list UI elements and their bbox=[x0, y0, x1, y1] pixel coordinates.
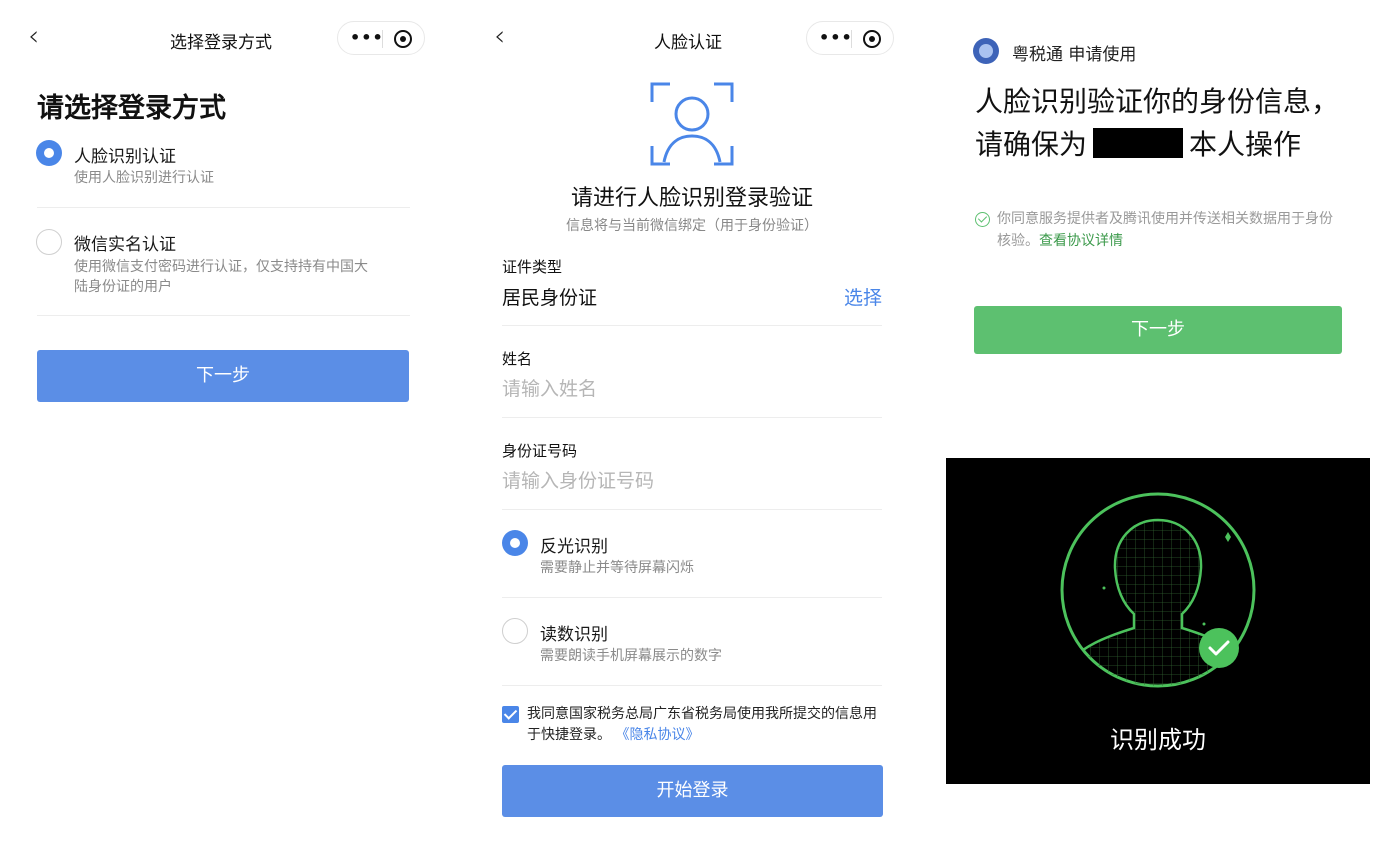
recognition-success-text: 识别成功 bbox=[1110, 726, 1206, 754]
divider bbox=[37, 315, 410, 316]
agreement-details-link[interactable]: 查看协议详情 bbox=[1039, 233, 1123, 249]
verify-title-suffix: 本人操作 bbox=[1189, 128, 1302, 161]
id-type-label: 证件类型 bbox=[502, 258, 563, 276]
face-auth-screen: ‹ 人脸认证 ••• 请进行人脸识别登录验证 信息将与当前微信绑定（用于身份验证… bbox=[462, 0, 922, 845]
agreement-checkbox[interactable] bbox=[502, 706, 519, 723]
verify-title-line2: 请确保为 本人操作 bbox=[975, 123, 1375, 166]
radio-selected-icon[interactable] bbox=[36, 140, 62, 166]
login-method-screen: ‹ 选择登录方式 ••• 请选择登录方式 人脸识别认证 使用人脸识别进行认证 微… bbox=[0, 0, 460, 845]
id-number-input[interactable]: 请输入身份证号码 bbox=[502, 466, 654, 493]
next-button[interactable]: 下一步 bbox=[37, 350, 409, 402]
divider bbox=[502, 685, 882, 686]
mini-program-capsule: ••• bbox=[337, 21, 425, 55]
mini-program-capsule: ••• bbox=[806, 21, 894, 55]
option-title: 人脸识别认证 bbox=[74, 147, 176, 167]
more-icon[interactable]: ••• bbox=[819, 28, 853, 47]
radio-unselected-icon[interactable] bbox=[36, 229, 62, 255]
page-title: 请选择登录方式 bbox=[37, 93, 226, 124]
back-icon[interactable]: ‹ bbox=[494, 22, 505, 50]
option-subtitle-line2: 陆身份证的用户 bbox=[74, 279, 172, 295]
divider bbox=[37, 207, 410, 208]
face-scan-icon bbox=[650, 82, 734, 166]
verify-title-prefix: 请确保为 bbox=[975, 128, 1088, 161]
divider bbox=[502, 325, 882, 326]
more-icon[interactable]: ••• bbox=[350, 28, 384, 47]
nav-title: 选择登录方式 bbox=[170, 33, 272, 53]
agreement-body: 我同意国家税务总局广东省税务局使用我所提交的信息用于快捷登录。 bbox=[527, 706, 877, 743]
face-auth-title: 请进行人脸识别登录验证 bbox=[570, 186, 813, 211]
check-circle-icon[interactable] bbox=[975, 212, 990, 227]
agreement-text: 我同意国家税务总局广东省税务局使用我所提交的信息用于快捷登录。 《隐私协议》 bbox=[527, 704, 887, 746]
next-button[interactable]: 下一步 bbox=[974, 306, 1342, 354]
face-verify-confirm-screen: 粤税通 申请使用 人脸识别验证你的身份信息， 请确保为 本人操作 你同意服务提供者… bbox=[930, 0, 1380, 845]
divider bbox=[502, 597, 882, 598]
nav-bar: ‹ 人脸认证 ••• bbox=[462, 0, 922, 80]
nav-bar: ‹ 选择登录方式 ••• bbox=[0, 0, 460, 80]
app-logo-icon bbox=[973, 38, 999, 64]
privacy-policy-link[interactable]: 《隐私协议》 bbox=[615, 727, 699, 743]
id-number-label: 身份证号码 bbox=[502, 442, 578, 460]
radio-selected-icon[interactable] bbox=[502, 530, 528, 556]
mode-subtitle: 需要静止并等待屏幕闪烁 bbox=[540, 560, 694, 576]
name-input[interactable]: 请输入姓名 bbox=[502, 374, 597, 401]
option-title: 微信实名认证 bbox=[74, 235, 176, 255]
radio-unselected-icon[interactable] bbox=[502, 618, 528, 644]
capsule-divider bbox=[851, 30, 852, 48]
capsule-divider bbox=[382, 30, 383, 48]
nav-title: 人脸认证 bbox=[654, 33, 722, 53]
id-type-value: 居民身份证 bbox=[502, 287, 598, 309]
divider bbox=[502, 509, 882, 510]
id-type-select-link[interactable]: 选择 bbox=[844, 283, 882, 310]
verify-title-line1: 人脸识别验证你的身份信息， bbox=[975, 85, 1340, 118]
mode-title: 反光识别 bbox=[540, 537, 608, 557]
close-miniprogram-icon[interactable] bbox=[863, 30, 881, 48]
back-icon[interactable]: ‹ bbox=[28, 22, 39, 50]
start-login-button[interactable]: 开始登录 bbox=[502, 765, 883, 817]
close-miniprogram-icon[interactable] bbox=[394, 30, 412, 48]
option-subtitle: 使用人脸识别进行认证 bbox=[74, 170, 214, 186]
redacted-name bbox=[1093, 128, 1184, 158]
mode-subtitle: 需要朗读手机屏幕展示的数字 bbox=[540, 648, 722, 664]
face-scan-result: 识别成功 bbox=[946, 458, 1370, 784]
face-auth-subtitle: 信息将与当前微信绑定（用于身份验证） bbox=[566, 218, 818, 234]
option-subtitle-line1: 使用微信支付密码进行认证，仅支持持有中国大 bbox=[74, 259, 368, 275]
name-label: 姓名 bbox=[502, 350, 533, 368]
divider bbox=[502, 417, 882, 418]
mode-title: 读数识别 bbox=[540, 625, 608, 645]
consent-text: 你同意服务提供者及腾讯使用并传送相关数据用于身份核验。查看协议详情 bbox=[997, 208, 1342, 252]
verify-title: 人脸识别验证你的身份信息， 请确保为 本人操作 bbox=[975, 80, 1375, 166]
app-name: 粤税通 申请使用 bbox=[1012, 45, 1137, 65]
